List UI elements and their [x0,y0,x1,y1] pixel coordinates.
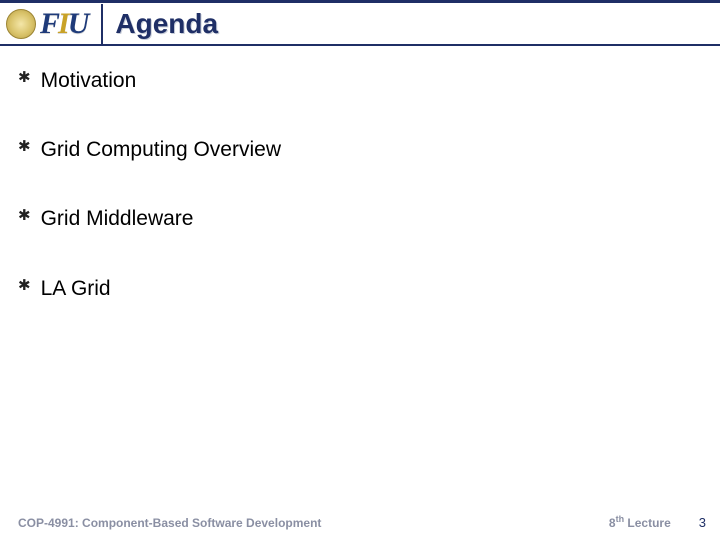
lecture-word: Lecture [624,516,671,530]
slide-content: ✱ Motivation ✱ Grid Computing Overview ✱… [0,46,720,301]
footer-lecture: 8th Lecture [609,514,671,530]
bullet-item: ✱ Grid Middleware [18,206,702,231]
bullet-text: Grid Middleware [41,206,194,231]
logo-letter-i: I [58,7,68,41]
bullet-text: Grid Computing Overview [41,137,281,162]
lecture-number: 8 [609,516,616,530]
header-divider [101,4,103,44]
university-seal-icon [6,9,36,39]
bullet-text: LA Grid [41,276,111,301]
bullet-item: ✱ LA Grid [18,276,702,301]
asterisk-icon: ✱ [18,139,31,154]
slide-footer: COP-4991: Component-Based Software Devel… [0,514,720,530]
logo-letter-f: F [40,7,58,41]
asterisk-icon: ✱ [18,208,31,223]
slide-title: Agenda [111,8,218,40]
asterisk-icon: ✱ [18,278,31,293]
lecture-ordinal: th [616,514,625,524]
bullet-item: ✱ Grid Computing Overview [18,137,702,162]
logo-letter-u: U [68,7,88,41]
asterisk-icon: ✱ [18,70,31,85]
slide-header: F I U Agenda [0,0,720,46]
page-number: 3 [699,515,706,530]
bullet-item: ✱ Motivation [18,68,702,93]
fiu-logo: F I U [40,7,87,41]
footer-course: COP-4991: Component-Based Software Devel… [18,516,321,530]
footer-right: 8th Lecture 3 [609,514,706,530]
bullet-text: Motivation [41,68,137,93]
